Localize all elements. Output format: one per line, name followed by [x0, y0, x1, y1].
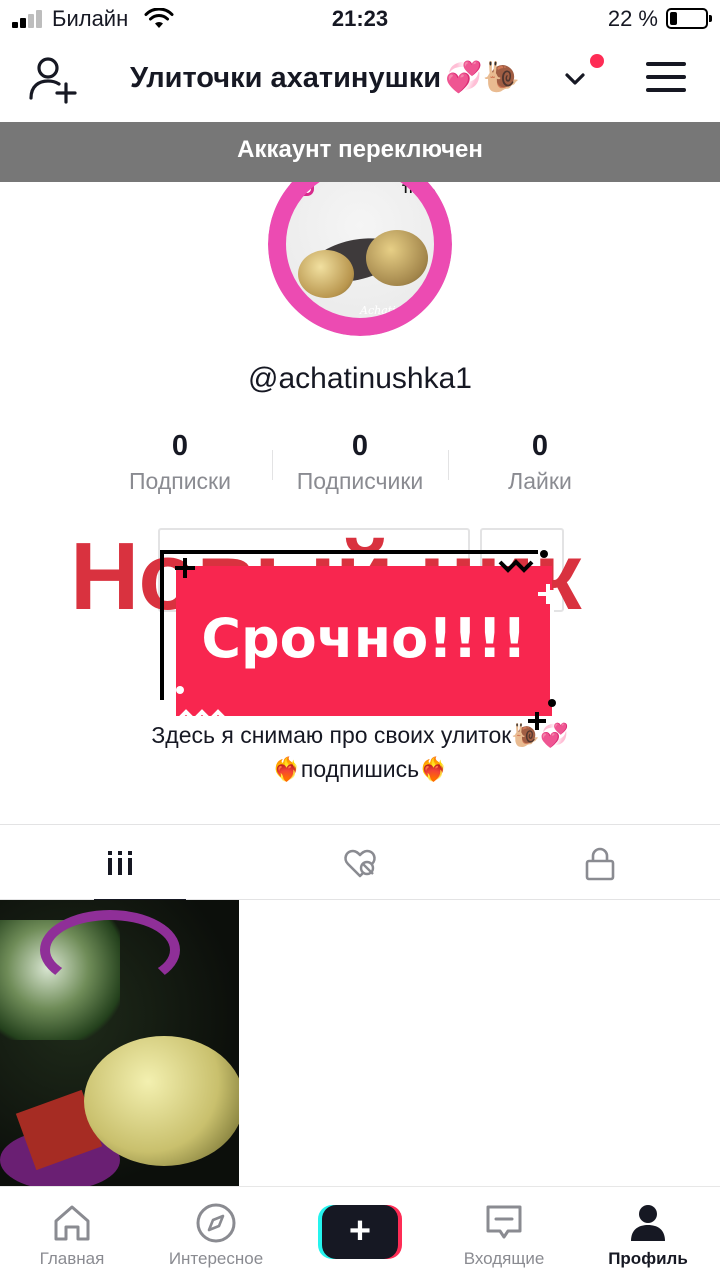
bio-line: Здесь я снимаю про своих улиток🐌💞	[151, 722, 569, 748]
create-button[interactable]: +	[318, 1205, 402, 1259]
nav-label: Профиль	[608, 1249, 688, 1268]
bottom-nav: Главная Интересное + Входящие Профиль	[0, 1186, 720, 1280]
inbox-icon	[486, 1205, 522, 1239]
top-nav: Улиточки ахатинушки 💞🐌	[0, 40, 720, 122]
stat-value: 0	[171, 430, 189, 462]
plus-icon: +	[322, 1205, 398, 1259]
hidden-heart-icon	[344, 849, 376, 878]
stat-label: Подписчики	[296, 468, 424, 494]
bio-line: ❤️‍🔥подпишись❤️‍🔥	[272, 756, 448, 782]
account-name: Улиточки ахатинушки	[130, 62, 442, 94]
video-thumbnail[interactable]	[0, 900, 239, 1190]
chevron-down-icon[interactable]	[562, 66, 588, 92]
home-icon	[54, 1205, 90, 1241]
menu-icon[interactable]	[646, 62, 686, 96]
profile-stats: 0 Подписки 0 Подписчики 0 Лайки	[90, 428, 630, 504]
account-switcher[interactable]: Улиточки ахатинушки 💞🐌	[130, 60, 520, 95]
stat-followers[interactable]: 0 Подписчики	[270, 428, 450, 495]
stat-label: Подписки	[129, 468, 231, 494]
nav-label: Входящие	[463, 1249, 545, 1268]
account-emoji: 💞🐌	[445, 61, 520, 94]
sticker-text: Срочно!!!!	[201, 607, 527, 670]
urgent-sticker: Срочно!!!!	[160, 550, 560, 730]
tab-private[interactable]	[480, 825, 720, 901]
nav-discover[interactable]: Интересное	[144, 1187, 288, 1280]
nav-label: Интересное	[168, 1249, 264, 1268]
stat-following[interactable]: 0 Подписки	[90, 428, 270, 495]
stat-value: 0	[351, 430, 369, 462]
tab-liked[interactable]	[240, 825, 480, 901]
nav-inbox[interactable]: Входящие	[432, 1187, 576, 1280]
nav-home[interactable]: Главная	[0, 1187, 144, 1280]
nav-profile[interactable]: Профиль	[576, 1187, 720, 1280]
account-switched-toast: Аккаунт переключен	[0, 122, 720, 182]
profile-bio: Здесь я снимаю про своих улиток🐌💞 ❤️‍🔥по…	[0, 718, 720, 786]
stat-label: Лайки	[508, 468, 572, 494]
tab-videos[interactable]	[0, 825, 240, 902]
grid-icon	[108, 851, 132, 875]
stat-value: 0	[531, 430, 549, 462]
nav-label: Главная	[39, 1249, 105, 1268]
battery-icon	[666, 8, 712, 29]
username: @achatinushka1	[248, 362, 472, 395]
notification-dot	[590, 54, 604, 68]
compass-icon	[196, 1203, 236, 1243]
lock-icon	[585, 847, 615, 881]
battery-percent: 22 %	[607, 6, 658, 31]
profile-icon	[631, 1205, 665, 1241]
add-user-icon[interactable]	[28, 56, 80, 104]
status-bar: Билайн 21:23 22 %	[0, 0, 720, 40]
profile-tabs	[0, 824, 720, 902]
stat-likes[interactable]: 0 Лайки	[450, 428, 630, 495]
